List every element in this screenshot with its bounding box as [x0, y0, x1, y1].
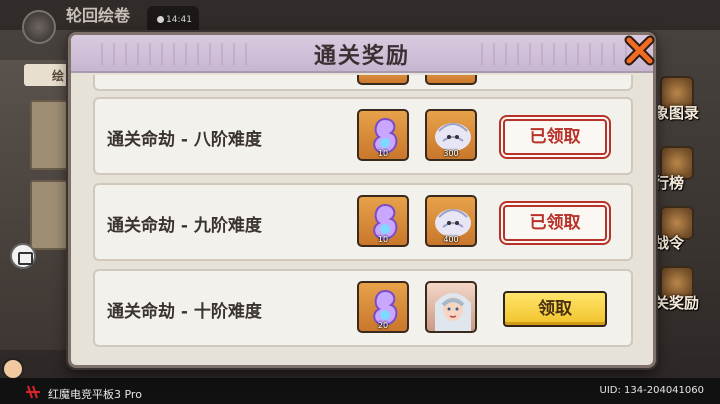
item-count: 10 [377, 149, 389, 158]
page-title: 轮回绘卷 [66, 6, 131, 25]
item-count: 10 [377, 235, 389, 244]
menu-item-battlepass[interactable]: 战令 [650, 206, 720, 252]
menu-item-label: 象图录 [654, 104, 700, 122]
crystal-icon[interactable]: 10 [357, 195, 409, 247]
back-icon[interactable] [22, 10, 56, 44]
left-tab-label: 绘 [52, 69, 65, 83]
device-name: 红魔电竞平板3 Pro [48, 388, 142, 401]
menu-item-ranking[interactable]: 行榜 [650, 146, 720, 192]
clock-badge: 14:41 [147, 6, 199, 34]
crystal-icon[interactable]: 10 [357, 109, 409, 161]
menu-item-label: 关奖励 [654, 294, 700, 312]
scroll-card[interactable] [30, 100, 72, 170]
left-tab[interactable]: 绘 [24, 64, 72, 86]
reward-item[interactable] [357, 75, 409, 85]
row-label: 通关命劫 - 十阶难度 [107, 302, 262, 322]
list-item: 通关命劫 - 八阶难度 10 300 已领取 [93, 97, 633, 175]
row-label: 通关命劫 - 九阶难度 [107, 216, 262, 236]
scroll-card[interactable] [30, 180, 72, 250]
reward-item[interactable] [425, 75, 477, 85]
dragon-icon[interactable]: 300 [425, 109, 477, 161]
item-count: 300 [443, 149, 459, 158]
dragon-icon[interactable]: 400 [425, 195, 477, 247]
menu-item-label: 战令 [654, 234, 685, 252]
rewards-modal: 通关奖励 通关命劫 - 八阶难度 10 300 已领取 通关命劫 - 九阶难度 [68, 32, 656, 368]
device-bar: 红魔电竞平板3 Pro UID: 134-204041060 [0, 378, 720, 404]
uid-label: UID: 134-204041060 [599, 385, 704, 396]
reward-list[interactable]: 通关命劫 - 八阶难度 10 300 已领取 通关命劫 - 九阶难度 10 40… [93, 75, 633, 365]
row-label: 通关命劫 - 八阶难度 [107, 130, 262, 150]
claim-button[interactable]: 领取 [503, 291, 607, 327]
item-count: 20 [377, 321, 389, 330]
modal-title: 通关奖励 [313, 44, 410, 69]
modal-header: 通关奖励 [71, 35, 653, 73]
screenshot-icon[interactable] [10, 243, 36, 269]
avatar-icon [2, 358, 24, 380]
list-item [93, 75, 633, 91]
menu-item-catalog[interactable]: 象图录 [650, 76, 720, 122]
portrait-icon[interactable] [425, 281, 477, 333]
claimed-button[interactable]: 已领取 [503, 119, 607, 155]
claimed-button[interactable]: 已领取 [503, 205, 607, 241]
menu-item-label: 行榜 [654, 174, 685, 192]
close-icon[interactable] [622, 34, 656, 68]
item-count: 400 [443, 235, 459, 244]
right-menu: 象图录 行榜 战令 关奖励 [650, 70, 720, 330]
menu-item-clear-rewards[interactable]: 关奖励 [650, 266, 720, 312]
list-item: 通关命劫 - 十阶难度 20 领取 [93, 269, 633, 347]
crystal-icon[interactable]: 20 [357, 281, 409, 333]
clock-time: 14:41 [166, 15, 192, 25]
list-item: 通关命劫 - 九阶难度 10 400 已领取 [93, 183, 633, 261]
clock-icon [157, 16, 164, 23]
brand-logo-icon [26, 385, 40, 399]
